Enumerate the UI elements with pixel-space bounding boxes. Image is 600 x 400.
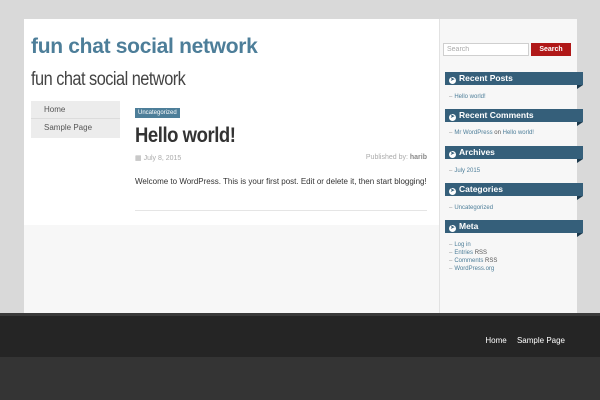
archives-list: – July 2015: [449, 167, 480, 175]
list-item: – July 2015: [449, 168, 481, 174]
left-nav-item-home[interactable]: Home: [31, 101, 120, 119]
log-in-link[interactable]: Log in: [454, 242, 470, 248]
list-item: – Hello world!: [449, 94, 486, 100]
site-description: fun chat social network: [31, 69, 186, 90]
comments-rss-link[interactable]: Comments: [454, 258, 483, 264]
arrow-circle-icon: ➤: [449, 114, 456, 121]
arrow-circle-icon: ➤: [449, 151, 456, 158]
arrow-circle-icon: ➤: [449, 225, 456, 232]
sidebar-divider: [439, 19, 440, 313]
left-nav-item-sample-page[interactable]: Sample Page: [31, 119, 120, 137]
list-item: – Comments RSS: [449, 258, 498, 264]
search-button[interactable]: Search: [531, 43, 571, 56]
recent-post-link[interactable]: Hello world!: [454, 94, 485, 100]
widget-header-recent-posts: ➤ Recent Posts: [445, 72, 583, 89]
entries-rss-link[interactable]: Entries: [454, 250, 473, 256]
widget-title-categories: Categories: [459, 184, 503, 194]
ribbon-fold: [577, 85, 583, 89]
post-date-text: July 8, 2015: [143, 155, 182, 162]
list-item: – Uncategorized: [449, 205, 494, 211]
footer-bar: [0, 313, 600, 357]
recent-posts-list: – Hello world!: [449, 93, 486, 101]
category-badge[interactable]: Uncategorized: [135, 108, 180, 118]
categories-list: – Uncategorized: [449, 204, 493, 212]
widget-title-meta: Meta: [459, 221, 479, 231]
post-title[interactable]: Hello world!: [135, 124, 392, 148]
widget-header-meta: ➤ Meta: [445, 220, 583, 237]
ribbon-fold: [577, 122, 583, 126]
meta-list: – Log in – Entries RSS – Comments RSS – Word…: [449, 241, 497, 273]
calendar-icon: ▦: [135, 155, 142, 162]
post-divider: [135, 210, 427, 211]
list-item: – Entries RSS: [449, 250, 488, 256]
comment-author-link[interactable]: Mr WordPress: [454, 130, 492, 136]
widget-title-recent-comments: Recent Comments: [459, 110, 534, 120]
archive-link[interactable]: July 2015: [454, 168, 480, 174]
widget-title-recent-posts: Recent Posts: [459, 73, 513, 83]
recent-comments-list: – Mr WordPress on Hello world!: [449, 129, 534, 137]
post-meta: ▦ July 8, 2015 Published by: harib: [135, 154, 427, 164]
ribbon-fold: [577, 233, 583, 237]
comment-post-link[interactable]: Hello world!: [503, 130, 534, 136]
arrow-circle-icon: ➤: [449, 188, 456, 195]
widget-title-archives: Archives: [459, 147, 495, 157]
wordpress-org-link[interactable]: WordPress.org: [454, 266, 494, 272]
category-link[interactable]: Uncategorized: [454, 205, 493, 211]
search-input[interactable]: [443, 43, 529, 56]
list-item: – WordPress.org: [449, 266, 495, 272]
post-article: Uncategorized Hello world! ▦ July 8, 201…: [135, 101, 427, 211]
left-nav-menu: Home Sample Page: [31, 101, 120, 138]
site-title[interactable]: fun chat social network: [31, 35, 258, 59]
ribbon-fold: [577, 159, 583, 163]
list-item: – Log in: [449, 242, 471, 248]
published-by-label: Published by:: [365, 154, 408, 161]
ribbon-fold: [577, 196, 583, 200]
post-author-line: Published by: harib: [366, 154, 427, 161]
rss-label: RSS: [474, 250, 488, 256]
arrow-circle-icon: ➤: [449, 77, 456, 84]
footer-nav-item-home[interactable]: Home: [485, 336, 506, 345]
post-body: Welcome to WordPress. This is your first…: [135, 177, 427, 186]
rss-label: RSS: [485, 258, 498, 264]
widget-header-archives: ➤ Archives: [445, 146, 583, 163]
comment-on-text: on: [494, 130, 501, 136]
main-content-area: fun chat social network fun chat social …: [24, 19, 439, 225]
list-item: – Mr WordPress on Hello world!: [449, 130, 534, 136]
footer-nav: Home Sample Page: [477, 336, 565, 345]
post-author[interactable]: harib: [410, 154, 427, 161]
footer-bottom: [0, 357, 600, 400]
widget-header-categories: ➤ Categories: [445, 183, 583, 200]
footer-nav-item-sample-page[interactable]: Sample Page: [517, 336, 565, 345]
post-date[interactable]: ▦ July 8, 2015: [135, 154, 181, 162]
widget-header-recent-comments: ➤ Recent Comments: [445, 109, 583, 126]
